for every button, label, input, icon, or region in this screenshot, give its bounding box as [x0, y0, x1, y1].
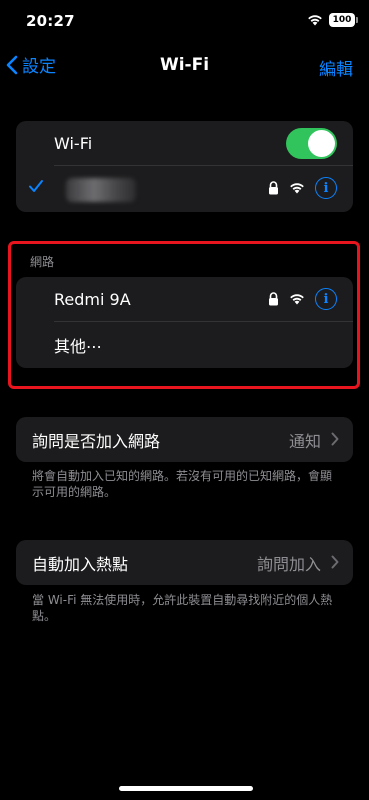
status-bar: 20:27 100 [0, 0, 369, 44]
battery-indicator: 100 [329, 13, 358, 27]
wifi-status-icon [308, 15, 322, 26]
info-icon[interactable]: i [315, 177, 337, 199]
connected-network-icons: i [268, 177, 337, 199]
ask-join-label: 詢問是否加入網路 [32, 431, 161, 451]
auto-join-hotspot-row[interactable]: 自動加入熱點 詢問加入 [16, 540, 353, 585]
ask-join-group: 詢問是否加入網路 通知 [16, 417, 353, 462]
lock-icon [269, 181, 278, 195]
wifi-group: Wi-Fi i [16, 121, 353, 212]
ask-join-value: 通知 [288, 431, 321, 451]
auto-join-hotspot-footer: 當 Wi-Fi 無法使用時，允許此裝置自動尋找附近的個人熱點。 [32, 593, 333, 623]
highlight-annotation-box [8, 241, 360, 389]
ask-join-row[interactable]: 詢問是否加入網路 通知 [16, 417, 353, 462]
auto-join-hotspot-label: 自動加入熱點 [32, 554, 129, 574]
status-icons: 100 [307, 13, 358, 27]
wifi-label: Wi-Fi [54, 134, 93, 153]
page-title: Wi-Fi [159, 55, 210, 75]
ask-join-footer: 將會自動加入已知的網路。若沒有可用的已知網路，會顯示可用的網路。 [32, 469, 333, 499]
status-time: 20:27 [26, 12, 75, 30]
auto-join-hotspot-group: 自動加入熱點 詢問加入 [16, 540, 353, 585]
redacted-network-name [66, 178, 136, 202]
auto-join-hotspot-value: 詢問加入 [256, 554, 321, 574]
toggle-knob [308, 130, 335, 157]
edit-button[interactable]: 編輯 [319, 55, 353, 80]
connected-network-row[interactable]: i [16, 166, 353, 211]
checkmark-icon [29, 180, 43, 192]
wifi-signal-icon [290, 183, 304, 194]
navigation-bar: 設定 Wi-Fi 編輯 [0, 44, 369, 88]
chevron-right-icon [331, 432, 339, 446]
chevron-right-icon [331, 555, 339, 569]
home-indicator[interactable] [119, 786, 253, 791]
wifi-toggle-row: Wi-Fi [16, 121, 353, 166]
wifi-toggle[interactable] [286, 128, 337, 159]
